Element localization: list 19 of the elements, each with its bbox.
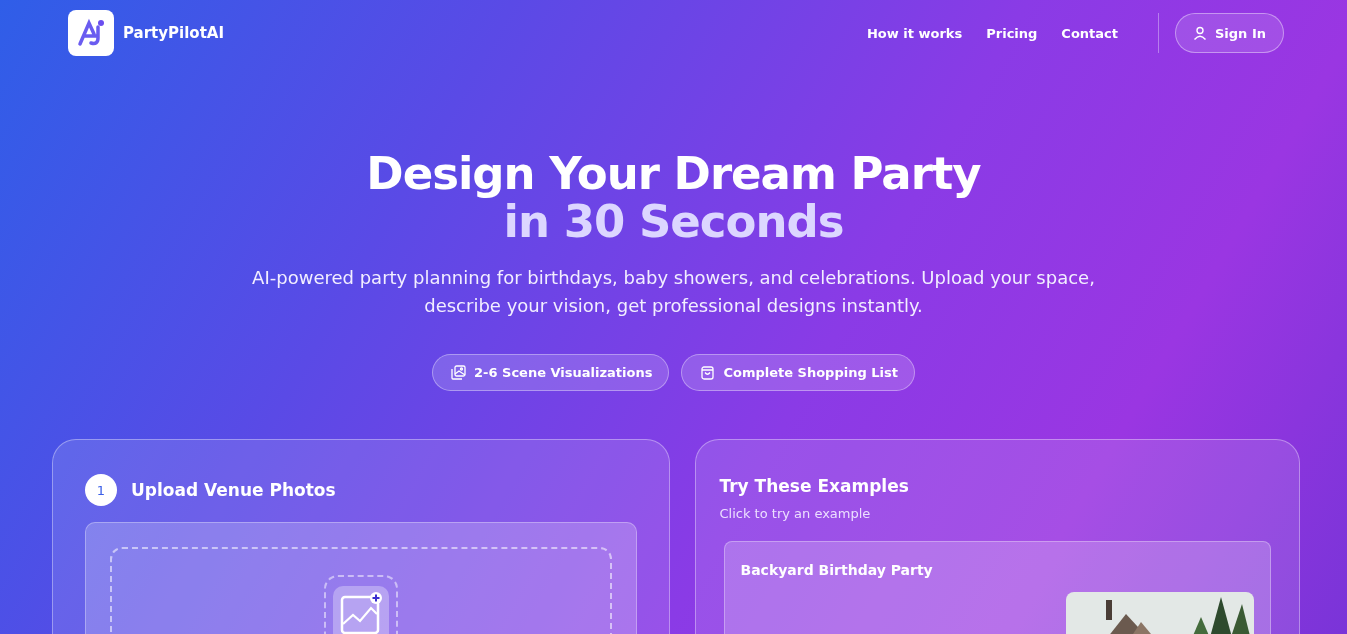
nav-link[interactable]: How it works [866,25,963,41]
add-image-icon [332,586,389,634]
shopping-bag-icon [700,365,716,380]
card-title: Try These Examples [719,476,910,496]
step-number: 1 [85,474,117,506]
logo-icon[interactable] [68,10,114,56]
hero-subtitle: AI-powered party planning for birthdays, baby showers, and celebrations. Upload your space, describe your vision, get professional designs instantly. [251,266,1096,318]
card-subtitle: Click to try an example [719,506,872,521]
images-icon [451,365,466,380]
feature-badge: Complete Shopping List [681,354,915,391]
feature-badge: 2-6 Scene Visualizations [432,354,670,391]
user-icon [1193,26,1207,40]
example-title: Backyard Birthday Party [740,562,934,578]
brand-name[interactable]: PartyPilotAI [123,24,224,42]
example-card[interactable]: Backyard Birthday Party [723,541,1271,634]
nav-link[interactable]: Contact [1061,25,1118,41]
nav-link[interactable]: Pricing [986,25,1038,41]
sign-in-button[interactable]: Sign In [1175,13,1284,53]
card-title: Upload Venue Photos [131,480,336,500]
